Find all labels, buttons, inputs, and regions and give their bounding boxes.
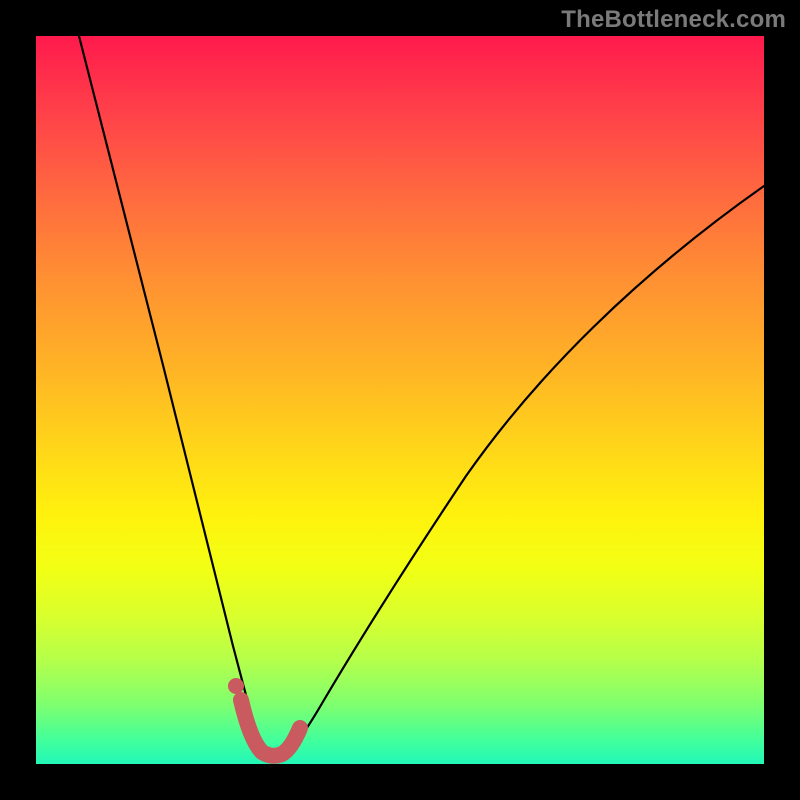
watermark-text: TheBottleneck.com [561, 6, 786, 34]
curve-svg [36, 36, 764, 764]
accent-segment [241, 700, 300, 756]
bottleneck-curve [79, 36, 764, 756]
plot-area [36, 36, 764, 764]
accent-start-dot [228, 678, 244, 694]
chart-stage: TheBottleneck.com [0, 0, 800, 800]
